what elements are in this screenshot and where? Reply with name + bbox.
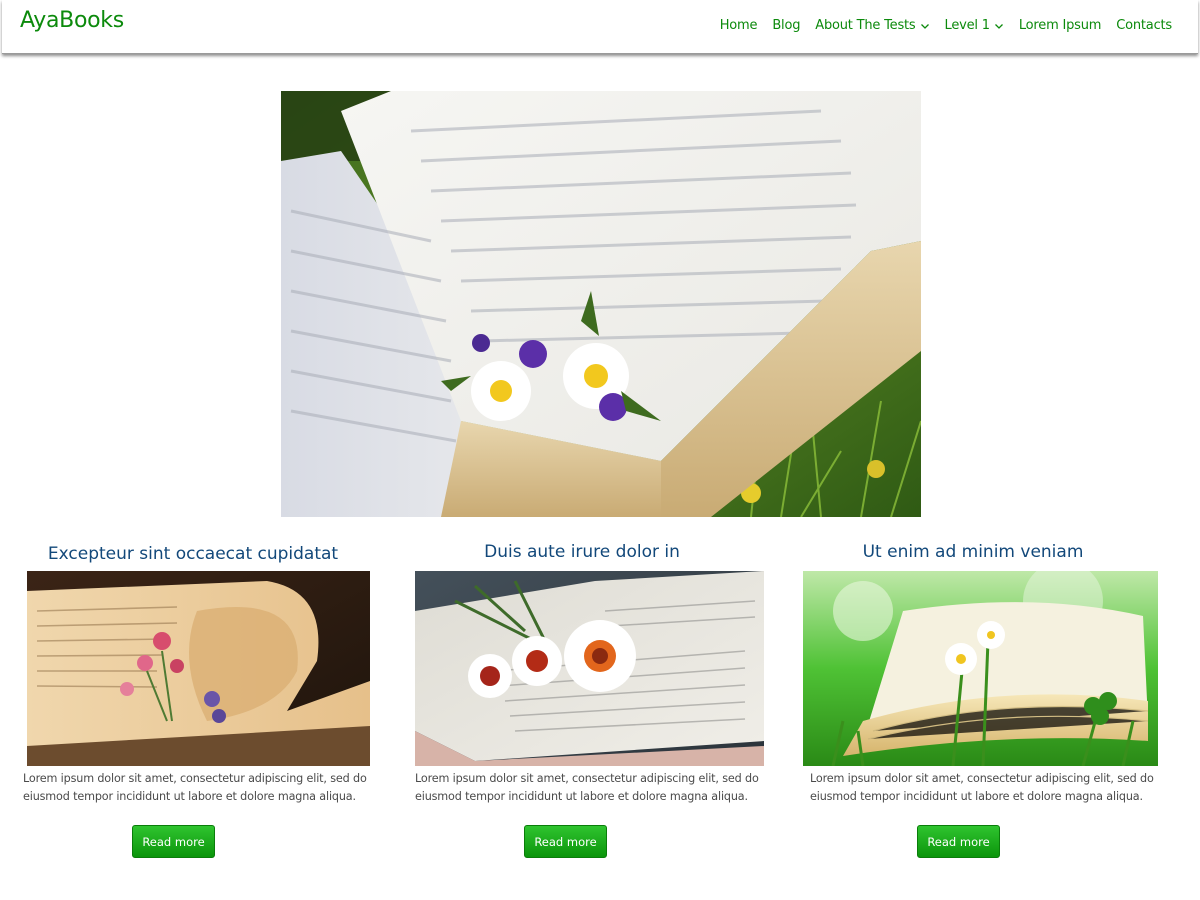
nav-item-blog[interactable]: Blog: [772, 18, 800, 33]
site-logo[interactable]: AyaBooks: [20, 8, 124, 33]
card-image[interactable]: [415, 571, 764, 766]
nav-item-lorem-ipsum[interactable]: Lorem Ipsum: [1018, 18, 1102, 33]
card-excerpt: Lorem ipsum dolor sit amet, consectetur …: [415, 772, 759, 803]
read-more-button[interactable]: Read more: [524, 825, 607, 858]
nav-item-label: About The Tests: [815, 18, 916, 33]
read-more-button[interactable]: Read more: [132, 825, 215, 858]
card-excerpt: Lorem ipsum dolor sit amet, consectetur …: [23, 772, 367, 803]
nav-item-label: Lorem Ipsum: [1018, 18, 1102, 33]
nav-item-home[interactable]: Home: [720, 18, 758, 33]
read-more-button[interactable]: Read more: [917, 825, 1000, 858]
chevron-down-icon: [920, 21, 930, 31]
card-title[interactable]: Ut enim ad minim veniam: [795, 542, 1151, 562]
main-nav: Home Blog About The Tests Level 1 Lorem …: [720, 18, 1172, 33]
card-image[interactable]: [27, 571, 370, 766]
hero-image: [281, 91, 921, 517]
card-excerpt: Lorem ipsum dolor sit amet, consectetur …: [810, 772, 1154, 803]
card-title[interactable]: Excepteur sint occaecat cupidatat: [15, 544, 371, 564]
nav-item-contacts[interactable]: Contacts: [1116, 18, 1172, 33]
nav-item-label: Contacts: [1116, 18, 1172, 33]
card-title[interactable]: Duis aute irure dolor in: [404, 542, 760, 562]
site-header: AyaBooks Home Blog About The Tests Level…: [2, 0, 1198, 54]
chevron-down-icon: [994, 21, 1004, 31]
nav-item-level-1[interactable]: Level 1: [945, 18, 1004, 33]
nav-item-label: Level 1: [944, 18, 991, 33]
card-image[interactable]: [803, 571, 1158, 766]
nav-item-about-the-tests[interactable]: About The Tests: [815, 18, 929, 33]
nav-item-label: Blog: [772, 18, 801, 33]
nav-item-label: Home: [719, 18, 758, 33]
